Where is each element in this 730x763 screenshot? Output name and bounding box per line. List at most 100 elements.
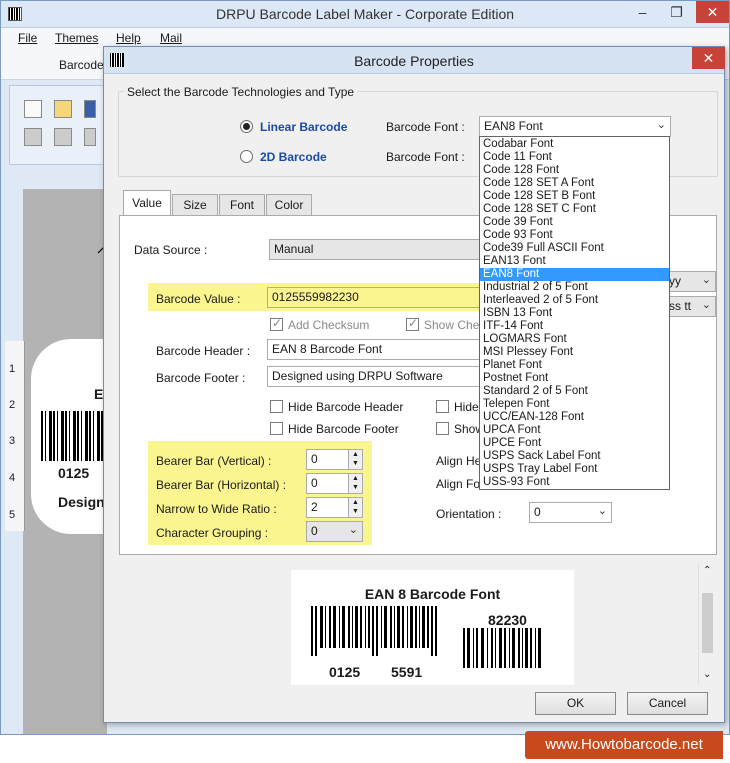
bearer-vertical-label: Bearer Bar (Vertical) :: [156, 454, 272, 468]
linear-font-select[interactable]: EAN8 Font ⌄: [479, 116, 671, 137]
font-list-item[interactable]: Code 11 Font: [480, 151, 669, 164]
font-list-item[interactable]: ISBN 13 Font: [480, 307, 669, 320]
ok-button[interactable]: OK: [535, 692, 616, 715]
2d-font-label: Barcode Font :: [386, 150, 465, 164]
font-list-item[interactable]: MSI Plessey Font: [480, 346, 669, 359]
preview-left-digits: 0125: [329, 664, 361, 680]
orientation-value: 0: [534, 505, 541, 519]
font-list-item[interactable]: Code 128 Font: [480, 164, 669, 177]
font-list-item[interactable]: Code 128 SET B Font: [480, 190, 669, 203]
chevron-down-icon: ⌄: [656, 119, 666, 131]
font-list-item[interactable]: UPCE Font: [480, 437, 669, 450]
format-select-2[interactable]: ss tt ⌄: [664, 296, 716, 317]
chevron-down-icon: ⌄: [597, 505, 607, 517]
preview-addon-digits: 82230: [488, 612, 527, 628]
add-checksum-label: Add Checksum: [288, 318, 370, 332]
dialog-close-icon[interactable]: ✕: [692, 47, 725, 69]
linear-font-label: Barcode Font :: [386, 120, 465, 134]
font-list-item[interactable]: USS-93 Font: [480, 476, 669, 489]
linear-font-value: EAN8 Font: [484, 119, 543, 133]
bearer-vertical-stepper[interactable]: 0 ▲ ▼: [306, 449, 363, 470]
linear-barcode-label[interactable]: Linear Barcode: [260, 120, 347, 134]
tab-size[interactable]: Size: [172, 194, 218, 215]
format-select-1-value: yy: [669, 274, 681, 288]
scroll-up-icon[interactable]: ⌃: [703, 565, 711, 576]
preview-scrollbar[interactable]: ⌃ ⌄: [698, 563, 716, 685]
show-checksum-label: Show Che: [424, 318, 480, 332]
hide-other-checkbox[interactable]: [436, 400, 449, 413]
format-select-2-value: ss tt: [669, 299, 692, 313]
tab-color[interactable]: Color: [266, 194, 312, 215]
font-list-item[interactable]: Codabar Font: [480, 138, 669, 151]
font-list-item[interactable]: Code 128 SET C Font: [480, 203, 669, 216]
show-other-checkbox[interactable]: [436, 422, 449, 435]
tab-font[interactable]: Font: [219, 194, 265, 215]
dialog-title: Barcode Properties: [354, 53, 474, 69]
font-list-item[interactable]: UCC/EAN-128 Font: [480, 411, 669, 424]
font-list-item[interactable]: EAN13 Font: [480, 255, 669, 268]
align-header-label: Align He: [436, 454, 482, 468]
font-list-item[interactable]: ITF-14 Font: [480, 320, 669, 333]
bearer-horizontal-stepper[interactable]: 0 ▲ ▼: [306, 473, 363, 494]
hide-footer-checkbox[interactable]: [270, 422, 283, 435]
spin-arrows-icon[interactable]: ▲ ▼: [348, 450, 362, 469]
barcode-header-label: Barcode Header :: [156, 344, 251, 358]
barcode-value-label: Barcode Value :: [156, 292, 241, 306]
hide-other-label: Hide: [454, 400, 479, 414]
bearer-horizontal-label: Bearer Bar (Horizontal) :: [156, 478, 287, 492]
font-list-item[interactable]: Interleaved 2 of 5 Font: [480, 294, 669, 307]
font-list-item[interactable]: UPCA Font: [480, 424, 669, 437]
scroll-down-icon[interactable]: ⌄: [703, 669, 711, 680]
2d-barcode-radio[interactable]: [240, 150, 253, 163]
bearer-vertical-value: 0: [311, 452, 318, 466]
barcode-value-text: 0125559982230: [272, 290, 359, 304]
font-list-item[interactable]: Standard 2 of 5 Font: [480, 385, 669, 398]
data-source-value: Manual: [274, 242, 314, 256]
spin-arrows-icon[interactable]: ▲ ▼: [348, 474, 362, 493]
barcode-font-dropdown: Codabar Font Code 11 Font Code 128 Font Cod…: [479, 136, 670, 490]
preview-right-digits: 5591: [391, 664, 423, 680]
barcode-footer-text: Designed using DRPU Software: [272, 369, 443, 383]
barcode-footer-input[interactable]: Designed using DRPU Software: [267, 366, 481, 387]
font-list-item[interactable]: USPS Sack Label Font: [480, 450, 669, 463]
font-list-item[interactable]: EAN8 Font: [480, 268, 669, 281]
format-select-1[interactable]: yy ⌄: [664, 271, 716, 292]
font-list-item[interactable]: Telepen Font: [480, 398, 669, 411]
hide-header-checkbox[interactable]: [270, 400, 283, 413]
2d-barcode-label[interactable]: 2D Barcode: [260, 150, 327, 164]
linear-barcode-radio[interactable]: [240, 120, 253, 133]
barcode-header-input[interactable]: EAN 8 Barcode Font: [267, 339, 481, 360]
barcode-value-input[interactable]: 0125559982230: [267, 287, 481, 308]
cancel-button[interactable]: Cancel: [627, 692, 708, 715]
char-grouping-select[interactable]: 0 ⌄: [306, 521, 363, 542]
char-grouping-value: 0: [311, 524, 318, 538]
spin-arrows-icon[interactable]: ▲ ▼: [348, 498, 362, 517]
font-list-item[interactable]: Code 128 SET A Font: [480, 177, 669, 190]
tab-value[interactable]: Value: [123, 190, 171, 216]
website-watermark: www.Howtobarcode.net: [525, 731, 723, 759]
chevron-down-icon: ⌄: [701, 299, 711, 311]
bearer-horizontal-value: 0: [311, 476, 318, 490]
font-list-item[interactable]: Code 39 Font: [480, 216, 669, 229]
narrow-wide-stepper[interactable]: 2 ▲ ▼: [306, 497, 363, 518]
show-checksum-checkbox[interactable]: [406, 316, 419, 331]
orientation-label: Orientation :: [436, 507, 502, 521]
font-list-item[interactable]: Code 93 Font: [480, 229, 669, 242]
barcode-footer-label: Barcode Footer :: [156, 371, 246, 385]
font-list-item[interactable]: Postnet Font: [480, 372, 669, 385]
narrow-wide-label: Narrow to Wide Ratio :: [156, 502, 277, 516]
font-list-item[interactable]: USPS Tray Label Font: [480, 463, 669, 476]
font-list-item[interactable]: Code39 Full ASCII Font: [480, 242, 669, 255]
add-checksum-checkbox[interactable]: [270, 316, 283, 331]
font-list-item[interactable]: Industrial 2 of 5 Font: [480, 281, 669, 294]
orientation-select[interactable]: 0 ⌄: [529, 502, 612, 523]
font-list-item[interactable]: LOGMARS Font: [480, 333, 669, 346]
scroll-thumb[interactable]: [702, 593, 713, 653]
char-grouping-label: Character Grouping :: [156, 526, 269, 540]
data-source-select[interactable]: Manual: [269, 239, 481, 260]
hide-header-label: Hide Barcode Header: [288, 400, 404, 414]
data-source-label: Data Source :: [134, 243, 208, 257]
chevron-down-icon: ⌄: [348, 524, 358, 536]
font-list-item[interactable]: Planet Font: [480, 359, 669, 372]
dialog-titlebar: Barcode Properties ✕: [104, 47, 725, 74]
